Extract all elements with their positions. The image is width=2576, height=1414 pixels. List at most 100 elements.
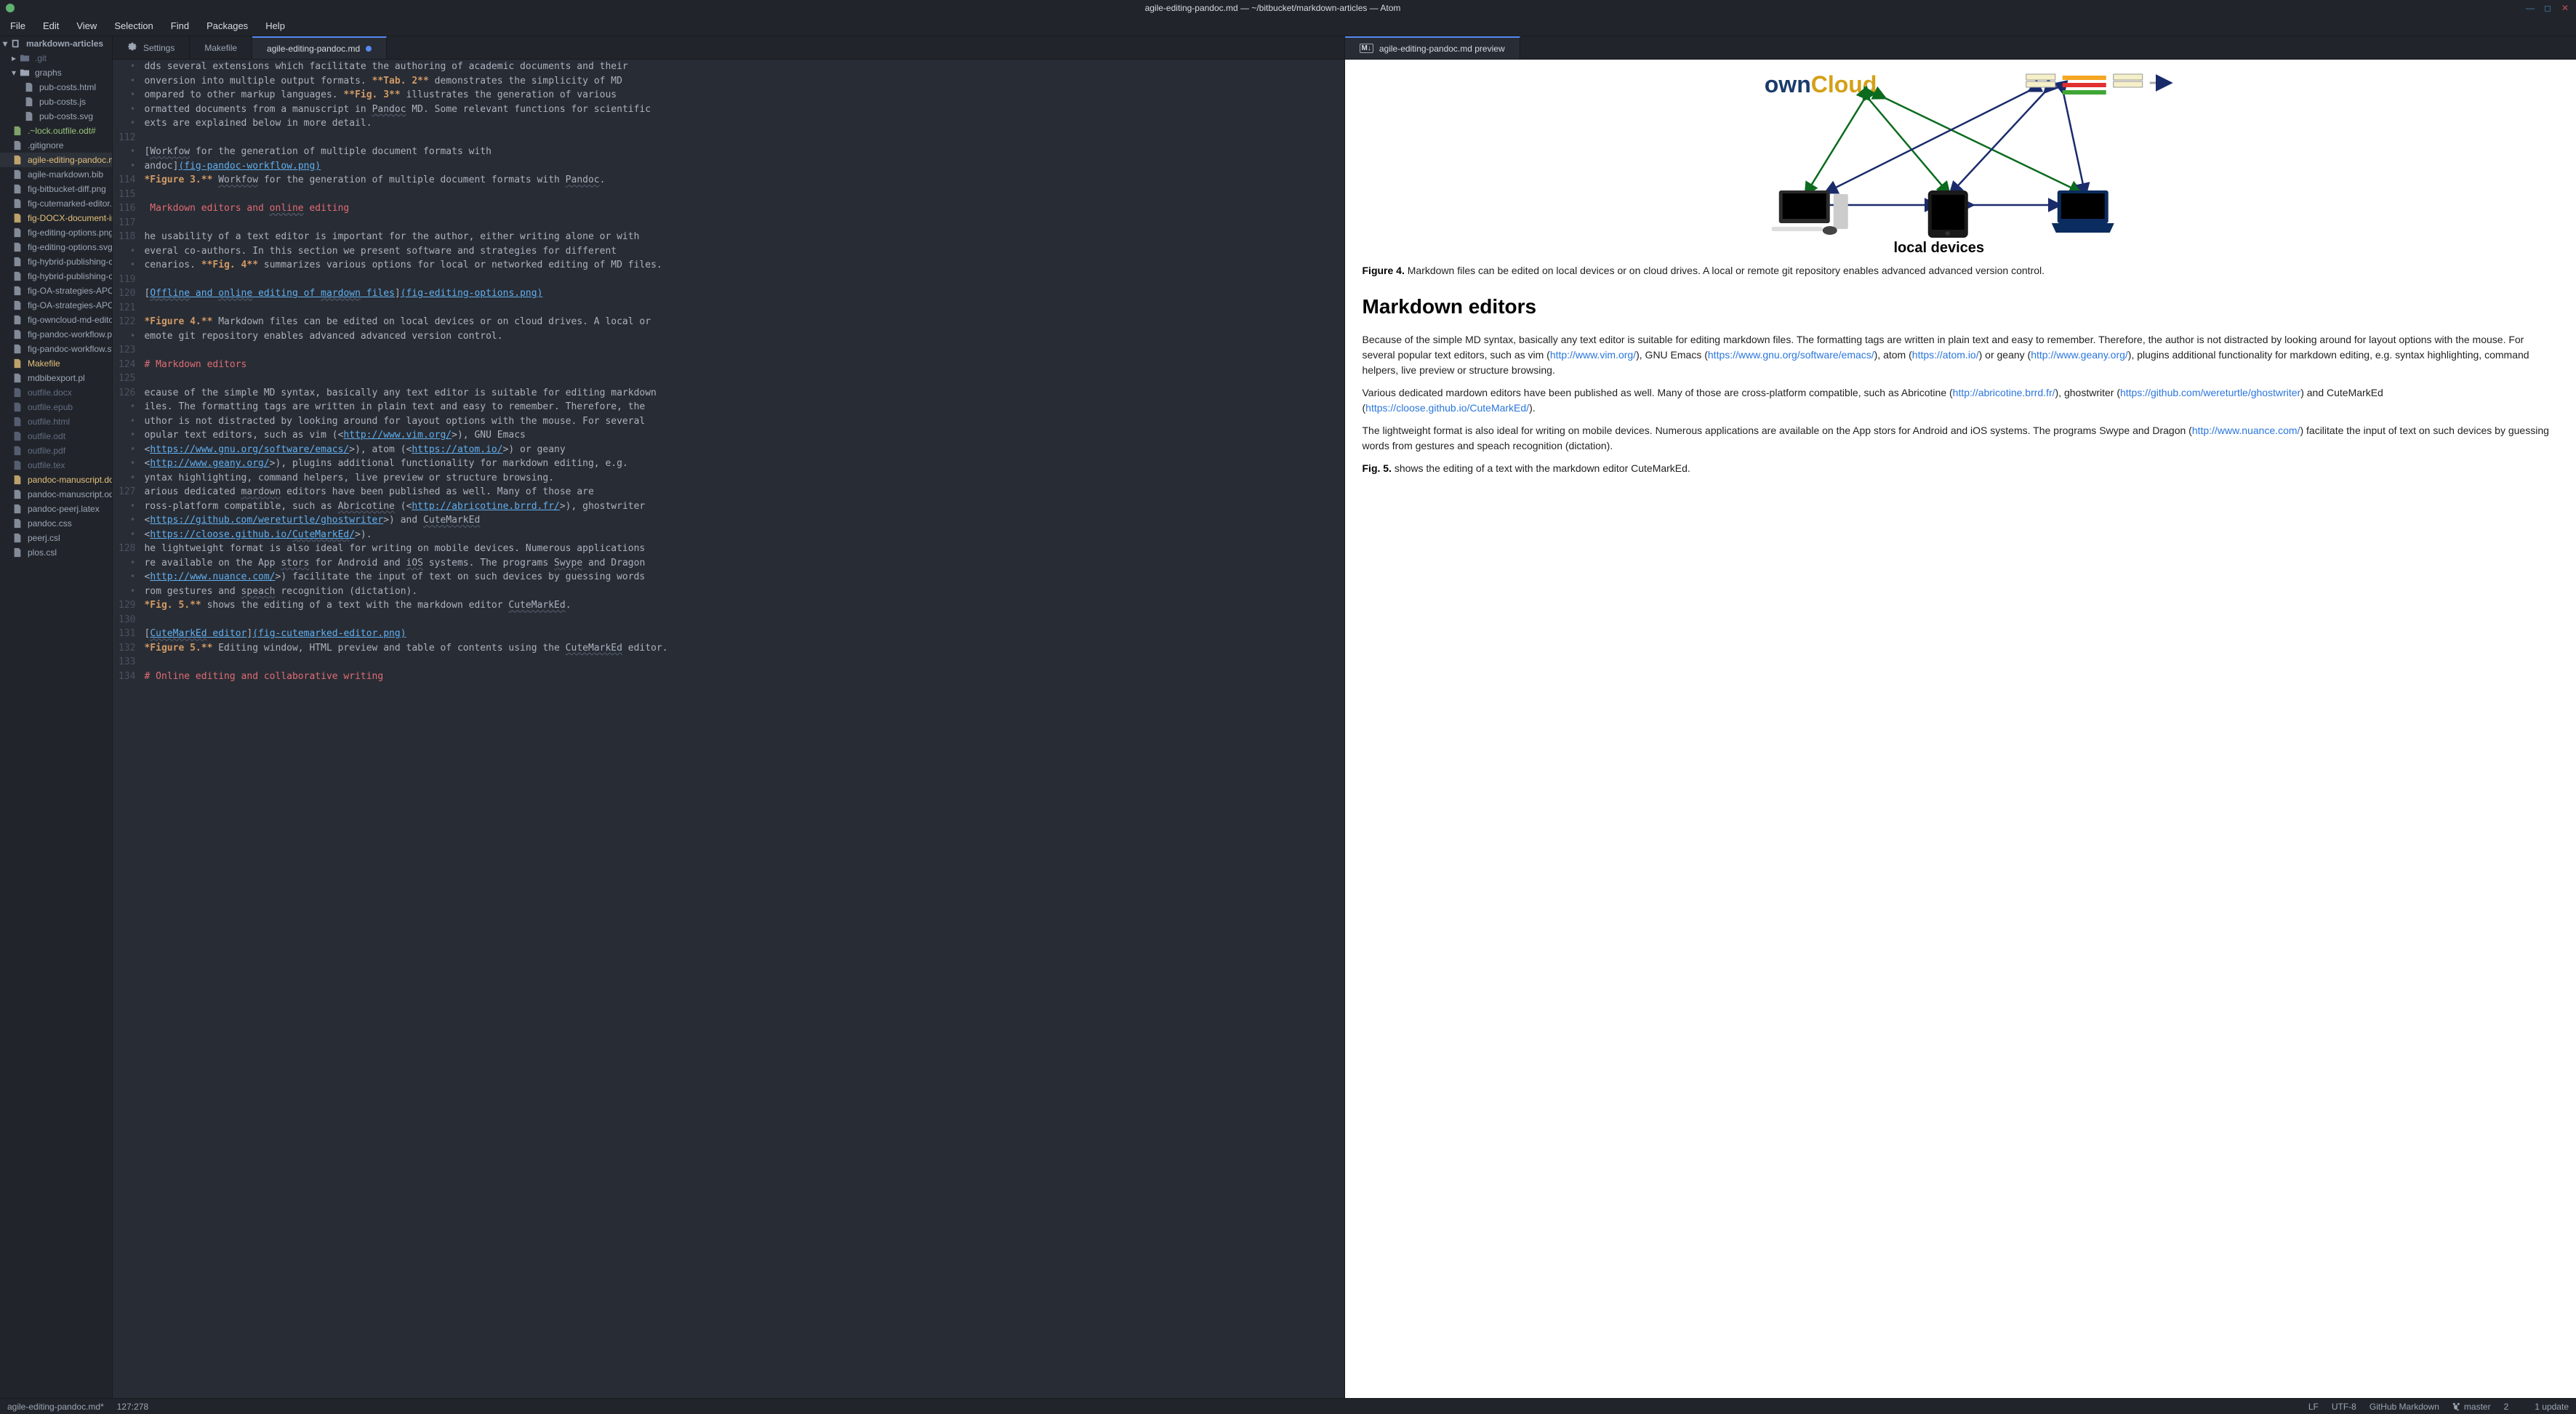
- tree-file[interactable]: outfile.docx: [0, 385, 112, 400]
- menu-packages[interactable]: Packages: [201, 18, 254, 33]
- folder-icon: [19, 67, 31, 79]
- code-editor[interactable]: 1121141151161171181191201211221231241251…: [113, 60, 1344, 1398]
- tree-item-label: fig-pandoc-workflow.svg: [28, 344, 112, 354]
- status-line-ending[interactable]: LF: [2308, 1402, 2319, 1412]
- code-content[interactable]: dds several extensions which facilitate …: [144, 60, 1344, 1398]
- preview-tabs: M↓agile-editing-pandoc.md preview: [1345, 36, 2576, 60]
- status-grammar[interactable]: GitHub Markdown: [2370, 1402, 2439, 1412]
- tab[interactable]: Settings: [113, 36, 190, 59]
- tree-item-label: fig-cutemarked-editor.png: [28, 198, 112, 209]
- tree-item-label: mdbibexport.pl: [28, 373, 85, 383]
- tree-item-label: fig-OA-strategies-APC.png: [28, 286, 112, 296]
- tab[interactable]: M↓agile-editing-pandoc.md preview: [1345, 36, 1520, 59]
- tree-file[interactable]: agile-markdown.bib: [0, 167, 112, 182]
- preview-link[interactable]: https://cloose.github.io/CuteMarkEd/: [1365, 402, 1529, 414]
- tree-file[interactable]: agile-editing-pandoc.md: [0, 153, 112, 167]
- status-git-branch[interactable]: master: [2452, 1402, 2491, 1412]
- tree-file[interactable]: fig-cutemarked-editor.png: [0, 196, 112, 211]
- tree-file[interactable]: outfile.html: [0, 414, 112, 429]
- preview-link[interactable]: https://www.gnu.org/software/emacs/: [1708, 349, 1874, 361]
- file-icon: [12, 125, 23, 137]
- tab-label: agile-editing-pandoc.md: [267, 44, 360, 54]
- file-icon: [12, 430, 23, 442]
- tree-file[interactable]: outfile.pdf: [0, 443, 112, 458]
- preview-link[interactable]: https://github.com/wereturtle/ghostwrite…: [2120, 387, 2300, 398]
- tree-file[interactable]: fig-bitbucket-diff.png: [0, 182, 112, 196]
- preview-link[interactable]: http://www.geany.org/: [2031, 349, 2128, 361]
- menu-file[interactable]: File: [4, 18, 31, 33]
- markdown-preview[interactable]: ownCloud: [1345, 60, 2576, 1398]
- tree-file[interactable]: outfile.odt: [0, 429, 112, 443]
- tree-item-label: graphs: [35, 68, 62, 78]
- tree-file[interactable]: fig-owncloud-md-editor.png: [0, 313, 112, 327]
- tree-file[interactable]: fig-hybrid-publishing-concept.png: [0, 254, 112, 269]
- tree-item-label: outfile.html: [28, 417, 70, 427]
- tree-file[interactable]: .gitignore: [0, 138, 112, 153]
- status-cursor-pos[interactable]: 127:278: [117, 1402, 148, 1412]
- tree-file[interactable]: outfile.epub: [0, 400, 112, 414]
- tree-file[interactable]: pub-costs.svg: [0, 109, 112, 124]
- tree-file[interactable]: pandoc.css: [0, 516, 112, 531]
- tree-file[interactable]: pandoc-manuscript.docx: [0, 473, 112, 487]
- gear-icon: [127, 41, 137, 54]
- status-updates[interactable]: 1 update: [2521, 1402, 2569, 1412]
- close-button[interactable]: ✕: [2560, 3, 2570, 13]
- tree-item-label: pandoc-manuscript.odt: [28, 489, 112, 499]
- tree-folder[interactable]: ▸.git: [0, 51, 112, 65]
- menu-edit[interactable]: Edit: [37, 18, 65, 33]
- tree-file[interactable]: pandoc-manuscript.odt: [0, 487, 112, 502]
- maximize-button[interactable]: ◻: [2543, 3, 2553, 13]
- titlebar: agile-editing-pandoc.md — ~/bitbucket/ma…: [0, 0, 2576, 16]
- tree-file[interactable]: Makefile: [0, 356, 112, 371]
- status-git-stats[interactable]: 2: [2504, 1402, 2509, 1412]
- file-icon: [12, 459, 23, 471]
- tree-file[interactable]: .~lock.outfile.odt#: [0, 124, 112, 138]
- folder-icon: [19, 52, 31, 64]
- file-icon: [12, 474, 23, 486]
- tree-file[interactable]: mdbibexport.pl: [0, 371, 112, 385]
- tree-file[interactable]: fig-editing-options.svg: [0, 240, 112, 254]
- tab[interactable]: agile-editing-pandoc.md: [252, 36, 387, 59]
- tree-file[interactable]: fig-OA-strategies-APC.png: [0, 284, 112, 298]
- preview-link[interactable]: http://abricotine.brrd.fr/: [1953, 387, 2055, 398]
- menu-help[interactable]: Help: [260, 18, 291, 33]
- menu-view[interactable]: View: [71, 18, 103, 33]
- tree-item-label: fig-editing-options.png: [28, 228, 112, 238]
- tree-file[interactable]: fig-OA-strategies-APC.svg: [0, 298, 112, 313]
- file-icon: [12, 256, 23, 268]
- tree-file[interactable]: fig-pandoc-workflow.png: [0, 327, 112, 342]
- editor-tabs: SettingsMakefile agile-editing-pandoc.md: [113, 36, 1344, 60]
- tree-file[interactable]: fig-pandoc-workflow.svg: [0, 342, 112, 356]
- status-file[interactable]: agile-editing-pandoc.md*: [7, 1402, 104, 1412]
- file-tree[interactable]: ▾ markdown-articles ▸.git▾graphspub-cost…: [0, 36, 113, 1398]
- app-icon: [6, 4, 20, 12]
- file-icon: [12, 547, 23, 558]
- tree-file[interactable]: pandoc-peerj.latex: [0, 502, 112, 516]
- preview-link[interactable]: http://www.vim.org/: [1550, 349, 1636, 361]
- tree-file[interactable]: pub-costs.js: [0, 95, 112, 109]
- menu-selection[interactable]: Selection: [108, 18, 159, 33]
- preview-link[interactable]: http://www.nuance.com/: [2192, 425, 2300, 436]
- tab[interactable]: Makefile: [190, 36, 252, 59]
- status-encoding[interactable]: UTF-8: [2332, 1402, 2356, 1412]
- tree-item-label: pub-costs.svg: [39, 111, 93, 121]
- preview-link[interactable]: https://atom.io/: [1912, 349, 1979, 361]
- file-icon: [12, 227, 23, 238]
- menu-find[interactable]: Find: [165, 18, 195, 33]
- tree-file[interactable]: peerj.csl: [0, 531, 112, 545]
- tree-root[interactable]: ▾ markdown-articles: [0, 36, 112, 51]
- tree-folder[interactable]: ▾graphs: [0, 65, 112, 80]
- tree-file[interactable]: pub-costs.html: [0, 80, 112, 95]
- tree-file[interactable]: fig-DOCX-document-in-LO.png: [0, 211, 112, 225]
- file-icon: [12, 445, 23, 457]
- tree-item-label: fig-bitbucket-diff.png: [28, 184, 106, 194]
- file-icon: [12, 140, 23, 151]
- tree-file[interactable]: fig-editing-options.png: [0, 225, 112, 240]
- preview-paragraph: The lightweight format is also ideal for…: [1363, 423, 2559, 454]
- file-icon: [12, 300, 23, 311]
- tree-file[interactable]: plos.csl: [0, 545, 112, 560]
- tree-item-label: pandoc.css: [28, 518, 72, 529]
- tree-file[interactable]: fig-hybrid-publishing-concept.svg: [0, 269, 112, 284]
- minimize-button[interactable]: —: [2525, 3, 2535, 13]
- tree-file[interactable]: outfile.tex: [0, 458, 112, 473]
